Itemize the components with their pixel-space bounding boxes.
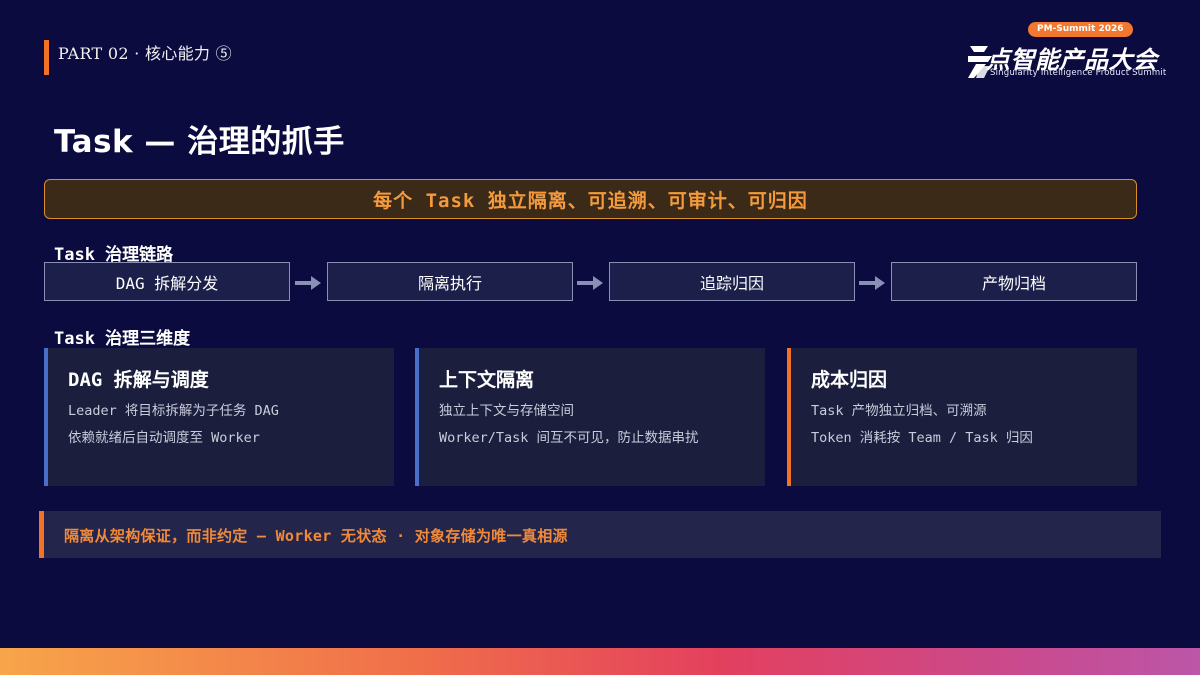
arrow-right-icon bbox=[859, 276, 885, 290]
card-line: Leader 将目标拆解为子任务 DAG bbox=[68, 403, 279, 419]
note-accent-bar bbox=[39, 511, 44, 558]
highlight-banner: 每个 Task 独立隔离、可追溯、可审计、可归因 bbox=[44, 179, 1137, 219]
card-accent-bar bbox=[415, 348, 419, 486]
dimensions-section-label: Task 治理三维度 bbox=[54, 329, 191, 349]
card-title: 成本归因 bbox=[811, 369, 888, 391]
chain-step-tracking: 追踪归因 bbox=[609, 262, 855, 301]
card-accent-bar bbox=[787, 348, 791, 486]
summit-logo: PM-Summit 2026 点智能产品大会 Singularity Intel… bbox=[964, 20, 1180, 82]
card-title: 上下文隔离 bbox=[439, 369, 535, 391]
card-line: Task 产物独立归档、可溯源 bbox=[811, 403, 987, 419]
chain-step-archive: 产物归档 bbox=[891, 262, 1137, 301]
card-dag-scheduling: DAG 拆解与调度 Leader 将目标拆解为子任务 DAG 依赖就绪后自动调度… bbox=[44, 348, 394, 486]
card-line: 依赖就绪后自动调度至 Worker bbox=[68, 430, 260, 446]
part-accent-bar bbox=[44, 40, 49, 75]
chain-step-dag: DAG 拆解分发 bbox=[44, 262, 290, 301]
chain-step-isolation: 隔离执行 bbox=[327, 262, 573, 301]
footer-note: 隔离从架构保证，而非约定 — Worker 无状态 · 对象存储为唯一真相源 bbox=[39, 511, 1161, 558]
part-label: PART 02 · 核心能力 ⑤ bbox=[58, 44, 232, 63]
logo-badge: PM-Summit 2026 bbox=[1028, 22, 1133, 37]
card-line: Token 消耗按 Team / Task 归因 bbox=[811, 430, 1033, 446]
page-title: Task — 治理的抓手 bbox=[54, 124, 345, 160]
card-context-isolation: 上下文隔离 独立上下文与存储空间 Worker/Task 间互不可见，防止数据串… bbox=[415, 348, 765, 486]
card-line: Worker/Task 间互不可见，防止数据串扰 bbox=[439, 430, 699, 446]
arrow-right-icon bbox=[577, 276, 603, 290]
bottom-gradient-bar bbox=[0, 648, 1200, 675]
logo-subtitle: Singularity Intelligence Product Summit bbox=[990, 68, 1167, 78]
card-cost-attribution: 成本归因 Task 产物独立归档、可溯源 Token 消耗按 Team / Ta… bbox=[787, 348, 1137, 486]
note-text: 隔离从架构保证，而非约定 — Worker 无状态 · 对象存储为唯一真相源 bbox=[64, 527, 568, 545]
card-line: 独立上下文与存储空间 bbox=[439, 403, 574, 419]
arrow-right-icon bbox=[295, 276, 321, 290]
banner-text: 每个 Task 独立隔离、可追溯、可审计、可归因 bbox=[373, 189, 808, 212]
card-title: DAG 拆解与调度 bbox=[68, 369, 209, 391]
card-accent-bar bbox=[44, 348, 48, 486]
